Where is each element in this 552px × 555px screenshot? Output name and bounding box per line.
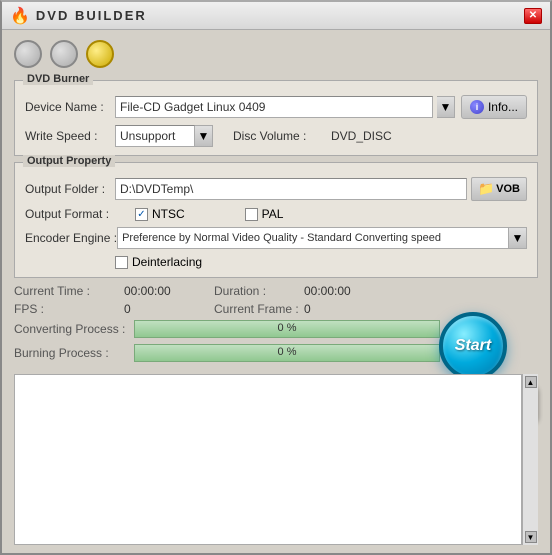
window-title: DVD BUILDER (36, 8, 147, 23)
write-speed-row: Write Speed : Unsupport ▼ Disc Volume : … (25, 125, 527, 147)
output-property-title: Output Property (23, 155, 115, 167)
main-window: 🔥 DVD BUILDER ✕ DVD Burner Device Name :… (0, 0, 552, 555)
fps-label: FPS : (14, 302, 124, 316)
window-body: DVD Burner Device Name : File-CD Gadget … (2, 30, 550, 553)
current-frame-label: Current Frame : (214, 302, 304, 316)
output-format-row: Output Format : ✓ NTSC PAL (25, 207, 527, 221)
disc-volume-label: Disc Volume : (233, 129, 323, 143)
deinterlacing-checkbox[interactable] (115, 256, 128, 269)
maximize-button[interactable] (50, 40, 78, 68)
write-speed-dropdown-arrow[interactable]: ▼ (195, 125, 213, 147)
device-name-select-wrapper: File-CD Gadget Linux 0409 ▼ (115, 96, 455, 118)
device-name-row: Device Name : File-CD Gadget Linux 0409 … (25, 95, 527, 119)
info-btn-label: Info... (488, 100, 518, 114)
pal-label: PAL (262, 207, 284, 221)
close-button[interactable]: ✕ (524, 8, 542, 24)
app-icon: 🔥 (10, 6, 30, 26)
scroll-up-arrow[interactable]: ▲ (525, 376, 537, 388)
duration-value: 00:00:00 (304, 284, 394, 298)
encoder-engine-label: Encoder Engine : (25, 231, 117, 245)
scroll-down-arrow[interactable]: ▼ (525, 531, 537, 543)
burning-progress-text: 0 % (135, 346, 439, 358)
current-time-label: Current Time : (14, 284, 124, 298)
deinterlace-row: Deinterlacing (25, 255, 527, 269)
info-button[interactable]: i Info... (461, 95, 527, 119)
converting-progress-text: 0 % (135, 322, 439, 334)
ntsc-label: NTSC (152, 207, 185, 221)
write-speed-select-wrapper: Unsupport ▼ (115, 125, 213, 147)
output-folder-input[interactable]: D:\DVDTemp\ (115, 178, 467, 200)
ntsc-checkbox-label[interactable]: ✓ NTSC (135, 207, 185, 221)
fps-value: 0 (124, 302, 214, 316)
start-button[interactable]: Start (439, 312, 507, 380)
write-speed-input[interactable]: Unsupport (115, 125, 195, 147)
scrollbar: ▲ ▼ (522, 374, 538, 545)
output-folder-row: Output Folder : D:\DVDTemp\ 📁 VOB (25, 177, 527, 201)
folder-icon: 📁 (478, 181, 494, 197)
encoder-dropdown-arrow[interactable]: ▼ (509, 227, 527, 249)
converting-process-row: Converting Process : 0 % (14, 320, 448, 338)
deinterlacing-checkbox-label[interactable]: Deinterlacing (115, 255, 202, 269)
title-bar: 🔥 DVD BUILDER ✕ (2, 2, 550, 30)
deinterlacing-label: Deinterlacing (132, 255, 202, 269)
traffic-lights (14, 38, 538, 70)
log-area[interactable] (14, 374, 522, 545)
device-name-input[interactable]: File-CD Gadget Linux 0409 (115, 96, 433, 118)
duration-label: Duration : (214, 284, 304, 298)
output-folder-label: Output Folder : (25, 182, 115, 196)
converting-process-label: Converting Process : (14, 322, 134, 336)
device-name-label: Device Name : (25, 100, 115, 114)
burning-process-row: Burning Process : 0 % (14, 344, 448, 362)
current-time-row: Current Time : 00:00:00 Duration : 00:00… (14, 284, 538, 298)
burning-process-label: Burning Process : (14, 346, 134, 360)
disc-volume-value: DVD_DISC (331, 129, 392, 143)
vob-btn-label: VOB (496, 183, 520, 195)
encoder-engine-input[interactable]: Preference by Normal Video Quality - Sta… (117, 227, 509, 249)
encoder-select-wrapper: Preference by Normal Video Quality - Sta… (117, 227, 527, 249)
stats-progress-section: Current Time : 00:00:00 Duration : 00:00… (14, 284, 538, 368)
dvd-burner-section: DVD Burner Device Name : File-CD Gadget … (14, 80, 538, 156)
vob-button[interactable]: 📁 VOB (471, 177, 527, 201)
pal-checkbox-label[interactable]: PAL (245, 207, 284, 221)
info-icon: i (470, 100, 484, 114)
device-dropdown-arrow[interactable]: ▼ (437, 96, 455, 118)
current-time-value: 00:00:00 (124, 284, 214, 298)
log-area-wrapper: ▲ ▼ (14, 374, 538, 545)
output-property-section: Output Property Output Folder : D:\DVDTe… (14, 162, 538, 278)
ntsc-checkbox[interactable]: ✓ (135, 208, 148, 221)
dvd-burner-title: DVD Burner (23, 73, 93, 85)
burning-progress-bar: 0 % (134, 344, 440, 362)
encoder-engine-row: Encoder Engine : Preference by Normal Vi… (25, 227, 527, 249)
minimize-button[interactable] (14, 40, 42, 68)
close-traffic-button[interactable] (86, 40, 114, 68)
converting-progress-bar: 0 % (134, 320, 440, 338)
progress-wrapper: Converting Process : 0 % Burning Process… (14, 320, 448, 362)
current-frame-value: 0 (304, 302, 394, 316)
write-speed-label: Write Speed : (25, 129, 115, 143)
output-format-label: Output Format : (25, 207, 115, 221)
pal-checkbox[interactable] (245, 208, 258, 221)
title-bar-left: 🔥 DVD BUILDER (10, 6, 147, 26)
